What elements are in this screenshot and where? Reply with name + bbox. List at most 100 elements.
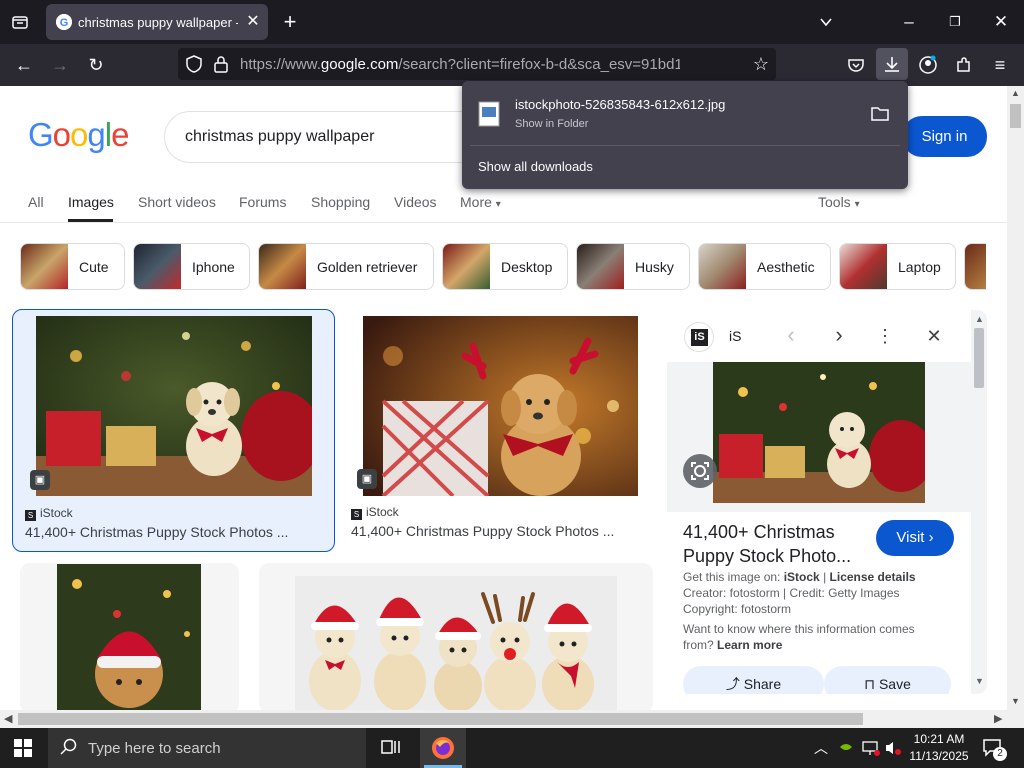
chip-golden-retriever[interactable]: Golden retriever — [258, 243, 434, 290]
nvidia-tray-icon[interactable] — [838, 739, 854, 757]
task-view-icon[interactable] — [381, 738, 403, 758]
result-image-puppy-antlers[interactable] — [363, 316, 638, 496]
tab-short-videos[interactable]: Short videos — [138, 194, 216, 210]
close-panel-icon[interactable]: ✕ — [923, 324, 945, 348]
panel-scrollbar[interactable]: ▲ ▼ — [971, 310, 987, 694]
page-horizontal-scrollbar[interactable]: ◀ ▶ — [0, 710, 1024, 728]
info-question-line2: from? Learn more — [683, 638, 783, 652]
result-image-puppy-santa-hat[interactable] — [57, 564, 201, 711]
bookmark-star-icon[interactable]: ☆ — [750, 53, 772, 75]
restore-icon[interactable]: ❐ — [937, 7, 973, 37]
result-image-puppy-christmas[interactable] — [36, 316, 312, 496]
scroll-right-arrow-icon: ▶ — [994, 713, 1003, 725]
close-tab-icon[interactable]: ✕ — [242, 11, 264, 33]
minimize-icon[interactable]: – — [891, 7, 927, 37]
chip-iphone[interactable]: Iphone — [133, 243, 250, 290]
active-tab[interactable]: G christmas puppy wallpaper - Go ✕ — [46, 4, 268, 40]
istock-logo-icon[interactable]: iS — [684, 322, 714, 352]
shield-icon[interactable] — [184, 54, 204, 74]
tab-overview-icon[interactable] — [2, 7, 38, 37]
address-bar[interactable]: https://www.google.com/search?client=fir… — [178, 48, 776, 80]
account-icon[interactable] — [912, 49, 944, 81]
hamburger-menu-icon[interactable]: ≡ — [984, 49, 1016, 81]
learn-more-link[interactable]: Learn more — [717, 638, 782, 652]
chip-partial[interactable] — [964, 243, 986, 290]
pocket-icon[interactable] — [840, 49, 872, 81]
get-image-site-link[interactable]: iStock — [784, 570, 820, 584]
get-image-line: Get this image on: iStock | License deta… — [683, 570, 916, 584]
result-title[interactable]: 41,400+ Christmas Puppy Stock Photos ... — [351, 523, 614, 539]
visit-button[interactable]: Visit › — [876, 520, 954, 556]
more-options-icon[interactable]: ⋮ — [875, 324, 895, 348]
download-filename[interactable]: istockphoto-526835843-612x612.jpg — [515, 97, 725, 112]
share-icon: ⤴ — [725, 676, 740, 692]
chip-thumbnail — [577, 244, 624, 289]
google-logo[interactable]: Google — [28, 116, 129, 154]
page-vertical-scrollbar[interactable]: ▲ ▼ — [1007, 86, 1024, 710]
next-chevron-icon[interactable]: › — [827, 322, 851, 350]
notification-count-badge: 2 — [993, 747, 1007, 761]
panel-preview-image[interactable] — [713, 362, 925, 503]
chip-thumbnail — [840, 244, 887, 289]
chip-husky[interactable]: Husky — [576, 243, 690, 290]
horizontal-scroll-thumb — [18, 713, 863, 725]
tab-videos[interactable]: Videos — [394, 194, 437, 210]
firefox-taskbar-button[interactable] — [420, 728, 466, 768]
taskbar-search-box[interactable]: Type here to search — [48, 728, 366, 768]
tab-title: christmas puppy wallpaper - Go — [78, 15, 238, 30]
chip-laptop[interactable]: Laptop — [839, 243, 956, 290]
result-image-five-puppies[interactable] — [295, 576, 617, 711]
result-card-3[interactable] — [20, 563, 239, 713]
istock-favicon-icon: S — [351, 509, 362, 520]
forward-arrow-icon[interactable]: → — [44, 49, 76, 81]
result-title[interactable]: 41,400+ Christmas Puppy Stock Photos ... — [25, 524, 288, 540]
tab-images[interactable]: Images — [68, 194, 114, 210]
lock-icon[interactable] — [211, 54, 231, 74]
new-tab-icon[interactable]: + — [272, 7, 308, 37]
panel-scroll-thumb — [974, 328, 984, 388]
volume-muted-icon[interactable] — [884, 739, 902, 757]
panel-title[interactable]: 41,400+ Christmas Puppy Stock Photo... — [683, 520, 851, 568]
chip-desktop[interactable]: Desktop — [442, 243, 568, 290]
show-hidden-icons-chevron-icon[interactable]: ︿ — [814, 738, 828, 758]
result-source[interactable]: SiStock — [25, 506, 73, 521]
list-all-tabs-chevron-icon[interactable] — [808, 7, 844, 37]
download-subtitle: Show in Folder — [515, 118, 589, 130]
chip-cute[interactable]: Cute — [20, 243, 125, 290]
open-folder-icon[interactable] — [870, 105, 890, 123]
chip-aesthetic[interactable]: Aesthetic — [698, 243, 831, 290]
reload-icon[interactable]: ↻ — [80, 49, 112, 81]
tab-all[interactable]: All — [28, 194, 44, 210]
result-card-4[interactable] — [259, 563, 653, 713]
tools-caret-icon: ▾ — [854, 199, 860, 210]
scroll-down-arrow-icon: ▼ — [1011, 696, 1020, 706]
notification-center-icon[interactable]: 2 — [982, 737, 1007, 761]
license-details-link[interactable]: License details — [830, 570, 916, 584]
result-source[interactable]: SiStock — [351, 505, 399, 520]
window-close-icon[interactable]: ✕ — [983, 7, 1019, 37]
back-arrow-icon[interactable]: ← — [8, 49, 40, 81]
bookmark-icon: ⊓ — [864, 676, 876, 692]
extensions-puzzle-icon[interactable] — [948, 49, 980, 81]
downloads-button[interactable] — [876, 48, 908, 80]
tab-shopping[interactable]: Shopping — [311, 194, 370, 210]
vertical-scroll-thumb — [1010, 104, 1021, 128]
tools-button[interactable]: Tools ▾ — [818, 194, 860, 210]
share-button[interactable]: ⤴ Share — [683, 666, 824, 694]
sign-in-button[interactable]: Sign in — [902, 116, 987, 157]
lens-search-icon[interactable] — [683, 454, 717, 488]
result-card-2[interactable]: ▣ SiStock 41,400+ Christmas Puppy Stock … — [346, 309, 653, 552]
panel-site-name[interactable]: iS — [729, 328, 741, 344]
tab-more[interactable]: More ▾ — [460, 194, 501, 210]
show-all-downloads-link[interactable]: Show all downloads — [478, 159, 593, 174]
network-icon[interactable] — [862, 739, 880, 757]
result-card-1[interactable]: ▣ SiStock 41,400+ Christmas Puppy Stock … — [12, 309, 335, 552]
tab-forums[interactable]: Forums — [239, 194, 286, 210]
url-text[interactable]: https://www.google.com/search?client=fir… — [240, 56, 680, 73]
taskbar-clock[interactable]: 10:21 AM 11/13/2025 — [905, 731, 973, 765]
previous-chevron-icon[interactable]: ‹ — [779, 322, 803, 350]
search-input[interactable]: christmas puppy wallpaper — [164, 111, 484, 163]
save-button[interactable]: ⊓ Save — [824, 666, 951, 694]
windows-start-icon[interactable] — [14, 739, 34, 759]
google-favicon-icon: G — [56, 14, 72, 30]
